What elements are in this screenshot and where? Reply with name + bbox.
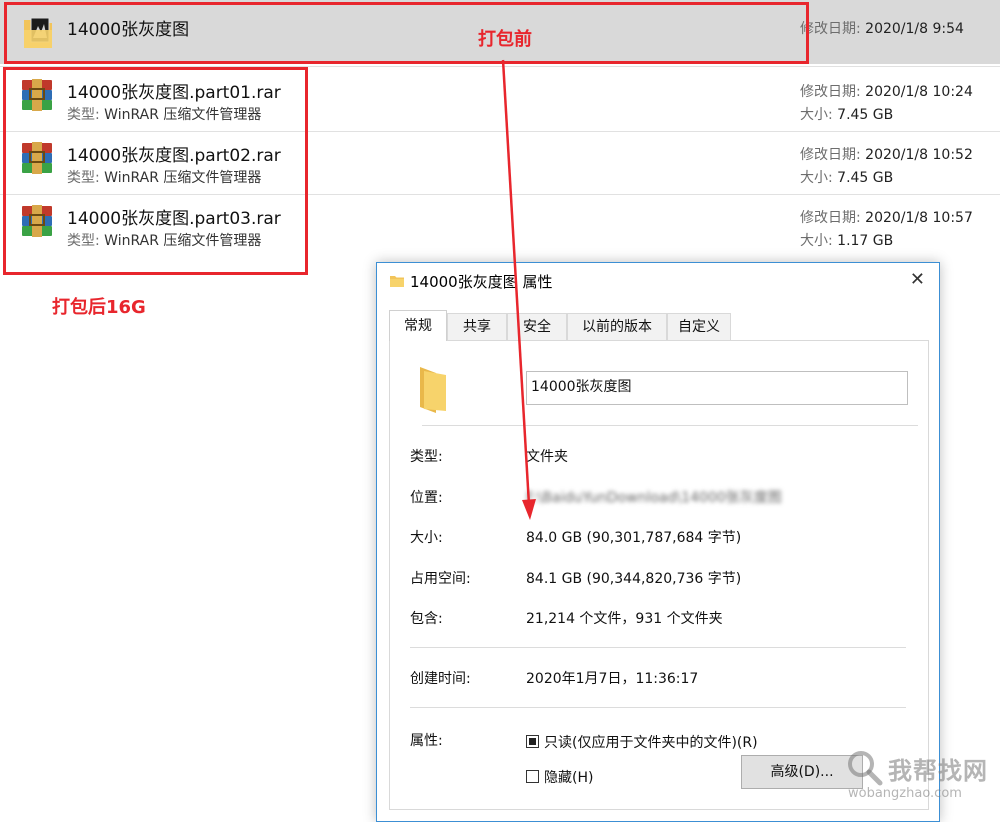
magnifier-icon (848, 751, 883, 786)
annotation-arrow (501, 59, 536, 520)
tab-general[interactable]: 常规 (389, 310, 447, 341)
watermark-url: wobangzhao.com (848, 786, 962, 801)
watermark-text: 我帮找网 (888, 757, 988, 785)
